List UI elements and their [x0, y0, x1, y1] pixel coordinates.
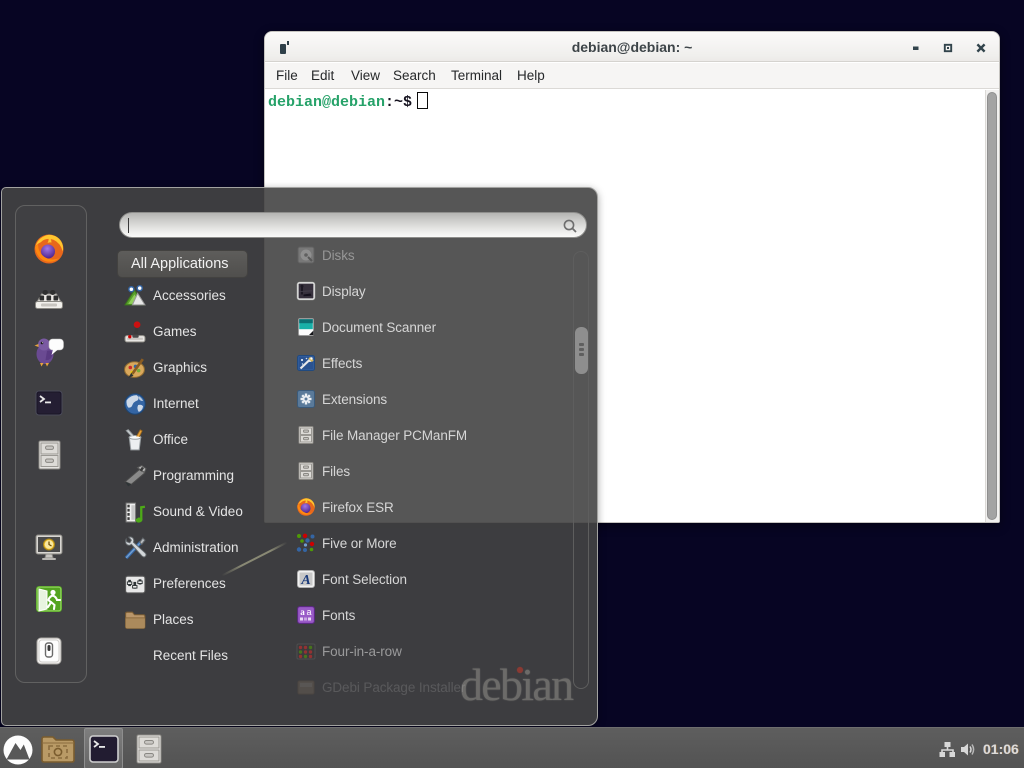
svg-text:a: a	[300, 607, 305, 617]
svg-text:A: A	[300, 573, 310, 588]
svg-text:a: a	[306, 607, 311, 617]
